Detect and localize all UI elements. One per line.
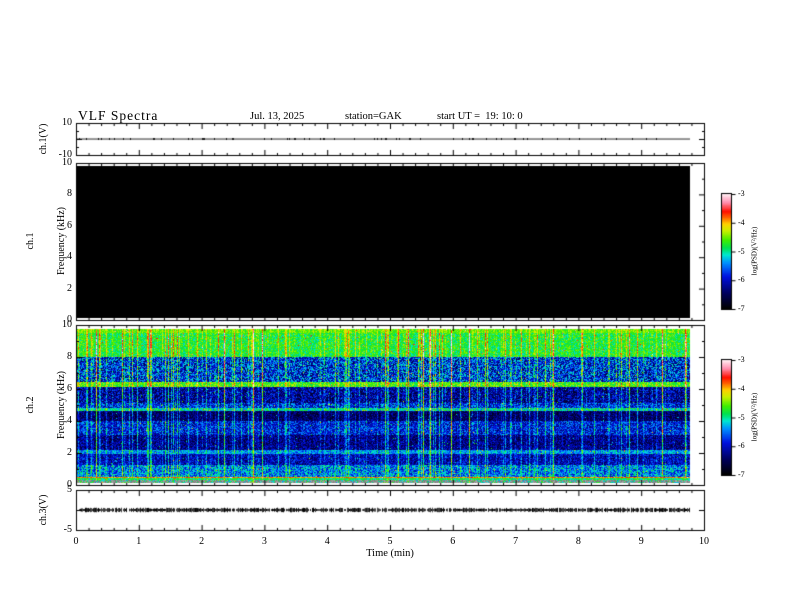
tick-label: 5 [387,536,393,547]
colorbar-tick-label: -7 [738,470,745,479]
colorbar-tick-label: -3 [738,355,745,364]
colorbar-tick-label: -6 [738,441,745,451]
vlf-spectra-figure: VLF Spectra Jul. 13, 2025 station=GAK st… [0,0,792,612]
plot-start-ut: start UT = 19: 10: 0 [437,111,523,122]
tick-label: 4 [67,415,72,426]
spectra-plot-canvas [0,0,792,612]
colorbar-tick-label: -3 [738,189,745,198]
tick-label: 7 [513,536,519,547]
ch1-axis-channel-label: ch.1 [25,232,36,250]
tick-label: 2 [67,282,72,294]
colorbar-tick-label: -4 [738,383,745,393]
tick-label: 10 [62,319,72,330]
tick-label: 10 [62,157,72,168]
tick-label: 8 [67,351,72,362]
x-axis-title: Time (min) [366,548,414,559]
tick-label: 6 [67,219,72,231]
tick-label: 2 [199,536,205,547]
tick-label: 4 [324,536,330,547]
tick-label: 0 [73,536,79,547]
ch2-axis-quantity-label: Frequency (kHz) [56,370,67,440]
ch2-frequency-axis-label: ch.2 Frequency (kHz) [5,371,87,439]
ch1-voltage-axis-label: ch.1(V) [38,123,49,155]
colorbar-tick-label: -5 [738,412,745,422]
tick-label: 6 [450,536,456,547]
tick-label: 1 [136,536,142,547]
tick-label: 6 [67,383,72,394]
ch1-axis-quantity-label: Frequency (kHz) [56,206,67,276]
ch3-voltage-axis-label: ch.3(V) [38,494,49,526]
colorbar2-axis-label: log(PSD)(V²/Hz) [750,392,759,442]
colorbar-tick-label: -6 [738,275,745,285]
colorbar-tick-label: -7 [738,304,745,313]
tick-label: 9 [638,536,644,547]
tick-label: 3 [261,536,267,547]
tick-label: 2 [67,447,72,458]
plot-station: station=GAK [345,111,402,122]
tick-label: -5 [63,524,72,535]
plot-date: Jul. 13, 2025 [250,111,305,122]
tick-label: 10 [62,117,72,128]
tick-label: 4 [67,251,72,263]
plot-title: VLF Spectra [78,108,159,123]
colorbar-tick-label: -4 [738,217,745,227]
colorbar-tick-label: -5 [738,246,745,256]
ch2-axis-channel-label: ch.2 [25,396,36,414]
ch1-frequency-axis-label: ch.1 Frequency (kHz) [5,207,87,275]
colorbar1-axis-label: log(PSD)(V²/Hz) [750,226,759,276]
tick-label: 8 [67,188,72,200]
tick-label: 5 [67,484,72,495]
tick-label: 10 [699,536,709,547]
tick-label: 8 [575,536,581,547]
